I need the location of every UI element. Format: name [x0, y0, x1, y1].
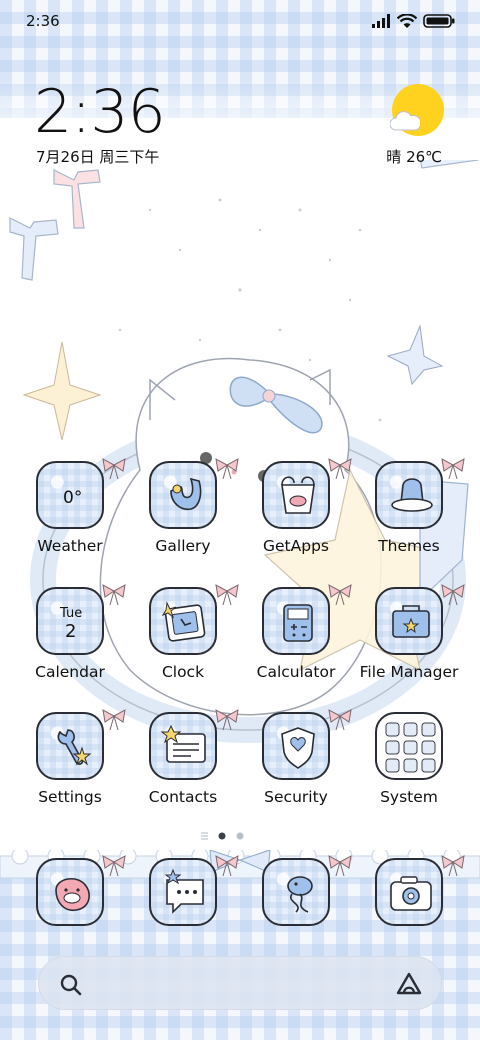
app-label: System	[380, 788, 438, 806]
app-calendar[interactable]: Tue 2 Calendar	[15, 584, 126, 697]
feed-page-icon	[201, 832, 208, 840]
app-label: Security	[264, 788, 328, 806]
bow-icon	[102, 458, 126, 479]
contacts-icon	[149, 712, 217, 780]
bow-icon	[102, 855, 126, 876]
bow-icon	[215, 855, 239, 876]
browser-icon	[262, 858, 330, 926]
app-themes[interactable]: Themes	[354, 458, 465, 571]
weather-badge: 0°	[63, 488, 82, 508]
bow-icon	[328, 584, 352, 605]
camera-icon	[375, 858, 443, 926]
app-getapps[interactable]: GetApps	[241, 458, 352, 571]
settings-icon	[36, 712, 104, 780]
app-label: Themes	[378, 537, 440, 555]
bow-icon	[328, 855, 352, 876]
phone-icon	[36, 858, 104, 926]
bow-icon	[328, 709, 352, 730]
app-label: Calculator	[256, 663, 336, 681]
gallery-icon	[149, 461, 217, 529]
app-calculator[interactable]: Calculator	[241, 584, 352, 697]
status-bar: 2:36	[0, 0, 480, 40]
signal-icon	[372, 13, 392, 32]
dock-phone[interactable]	[15, 855, 126, 968]
bow-icon	[441, 855, 465, 876]
app-label: Gallery	[155, 537, 211, 555]
app-label: Clock	[161, 663, 205, 681]
messages-icon	[149, 858, 217, 926]
app-label: GetApps	[263, 537, 329, 555]
themes-icon	[375, 461, 443, 529]
clock-widget-time[interactable]: 2:36	[34, 72, 166, 152]
app-label: Calendar	[35, 663, 105, 681]
bow-icon	[102, 584, 126, 605]
app-label: File Manager	[359, 663, 459, 681]
dock	[0, 850, 480, 940]
page-dot	[236, 832, 244, 840]
bow-icon	[328, 458, 352, 479]
search-icon[interactable]	[59, 973, 83, 997]
dock-camera[interactable]	[354, 855, 465, 968]
app-clock[interactable]: Clock	[128, 584, 239, 697]
calendar-day: Tue	[59, 606, 82, 621]
bow-icon	[441, 584, 465, 605]
app-gallery[interactable]: Gallery	[128, 458, 239, 571]
weather-widget-text[interactable]: 晴 26℃	[386, 146, 442, 167]
bow-icon	[102, 709, 126, 730]
clock-widget-date: 7月26日 周三下午	[36, 148, 160, 166]
app-file-manager[interactable]: File Manager	[354, 584, 465, 697]
getapps-icon	[262, 461, 330, 529]
status-time: 2:36	[26, 12, 60, 30]
bow-icon	[215, 584, 239, 605]
wifi-icon	[396, 13, 418, 32]
battery-icon	[423, 13, 455, 32]
dock-browser[interactable]	[241, 855, 352, 968]
assistant-icon[interactable]	[395, 971, 423, 997]
app-weather[interactable]: 0° Weather	[15, 458, 126, 571]
app-label: Weather	[37, 537, 103, 555]
bow-icon	[441, 458, 465, 479]
page-dot-active	[218, 832, 226, 840]
bow-icon	[215, 709, 239, 730]
app-contacts[interactable]: Contacts	[128, 709, 239, 822]
app-system-folder[interactable]: System	[354, 712, 464, 822]
calculator-icon	[262, 587, 330, 655]
app-security[interactable]: Security	[241, 709, 352, 822]
security-icon	[262, 712, 330, 780]
search-bar[interactable]	[38, 956, 442, 1010]
cloud-icon	[390, 111, 420, 131]
clock-icon	[149, 587, 217, 655]
calendar-date: 2	[65, 621, 76, 642]
dock-messages[interactable]	[128, 855, 239, 968]
calendar-icon: Tue 2	[36, 587, 104, 655]
app-label: Contacts	[148, 788, 218, 806]
bow-icon	[215, 458, 239, 479]
app-label: Settings	[38, 788, 102, 806]
system-folder-icon	[375, 712, 443, 780]
file-manager-icon	[375, 587, 443, 655]
weather-icon: 0°	[36, 461, 104, 529]
app-settings[interactable]: Settings	[15, 709, 126, 822]
page-indicator[interactable]	[196, 829, 256, 843]
